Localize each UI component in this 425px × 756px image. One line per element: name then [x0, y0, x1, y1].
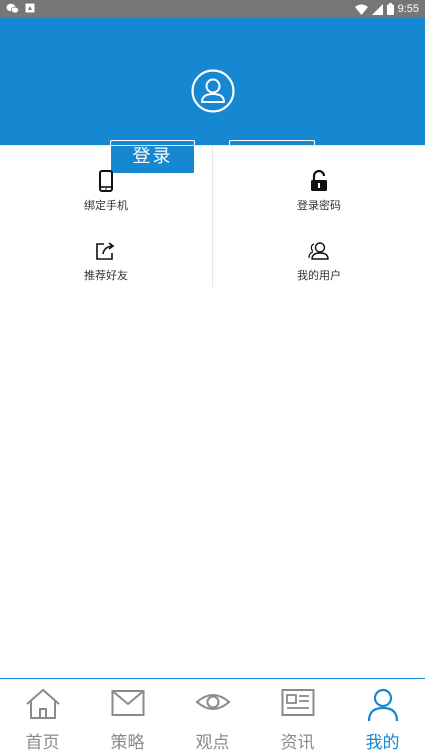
menu-item-recommend-friends[interactable]: 推荐好友: [0, 216, 212, 286]
tab-mine[interactable]: 我的: [340, 679, 425, 755]
menu-item-login-password[interactable]: 登录密码: [213, 146, 425, 216]
notification-icon: [25, 3, 35, 13]
share-icon: [96, 242, 115, 260]
wechat-icon: [6, 3, 19, 14]
user-circle-icon[interactable]: [191, 69, 235, 113]
menu-item-label: 我的用户: [297, 269, 341, 282]
user-icon: [367, 688, 398, 722]
battery-icon: [386, 3, 394, 15]
tab-news[interactable]: 资讯: [255, 679, 340, 755]
status-time: 9:55: [397, 3, 419, 15]
tab-viewpoint[interactable]: 观点: [170, 679, 255, 755]
profile-header: [0, 18, 425, 145]
menu-item-label: 登录密码: [297, 199, 341, 212]
signal-icon: [371, 3, 383, 15]
menu-item-label: 绑定手机: [84, 199, 128, 212]
account-menu: 绑定手机 登录密码 推荐好友 我的用户: [0, 145, 425, 287]
bottom-tab-bar: 首页 策略 观点 资讯 我的: [0, 678, 425, 756]
eye-icon: [194, 694, 231, 710]
tab-label: 策略: [110, 733, 145, 753]
menu-item-label: 推荐好友: [84, 269, 128, 282]
tab-strategy[interactable]: 策略: [85, 679, 170, 755]
status-bar: 9:55: [0, 0, 425, 18]
tab-label: 资讯: [280, 733, 315, 753]
wifi-icon: [354, 4, 368, 15]
menu-item-my-users[interactable]: 我的用户: [213, 216, 425, 286]
menu-item-bind-phone[interactable]: 绑定手机: [0, 146, 212, 216]
tab-home[interactable]: 首页: [0, 679, 85, 755]
tab-label: 我的: [365, 733, 400, 753]
tab-label: 观点: [195, 733, 230, 753]
users-icon: [308, 242, 329, 260]
phone-icon: [99, 170, 113, 192]
lock-icon: [311, 170, 327, 191]
home-icon: [25, 688, 60, 719]
news-icon: [281, 689, 314, 716]
tab-label: 首页: [25, 733, 60, 753]
mail-icon: [111, 690, 144, 716]
